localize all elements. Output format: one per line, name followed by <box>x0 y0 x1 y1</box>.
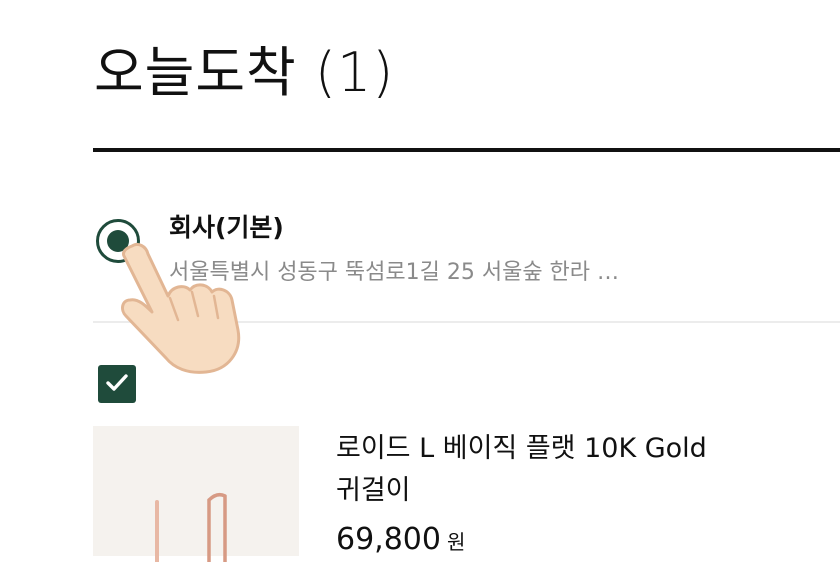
check-icon <box>106 374 128 391</box>
price-unit: 원 <box>446 530 466 554</box>
product-name[interactable]: 로이드 L 베이직 플랫 10K Gold 귀걸이 <box>336 428 736 512</box>
product-image[interactable] <box>93 426 299 562</box>
title-divider <box>93 148 840 152</box>
address-name: 회사(기본) <box>169 213 284 242</box>
page-title: 오늘도착 (1) <box>94 41 395 104</box>
earring-icon <box>155 492 227 562</box>
hand-pointer-icon <box>121 242 241 374</box>
product-price: 69,800 원 <box>336 520 465 562</box>
